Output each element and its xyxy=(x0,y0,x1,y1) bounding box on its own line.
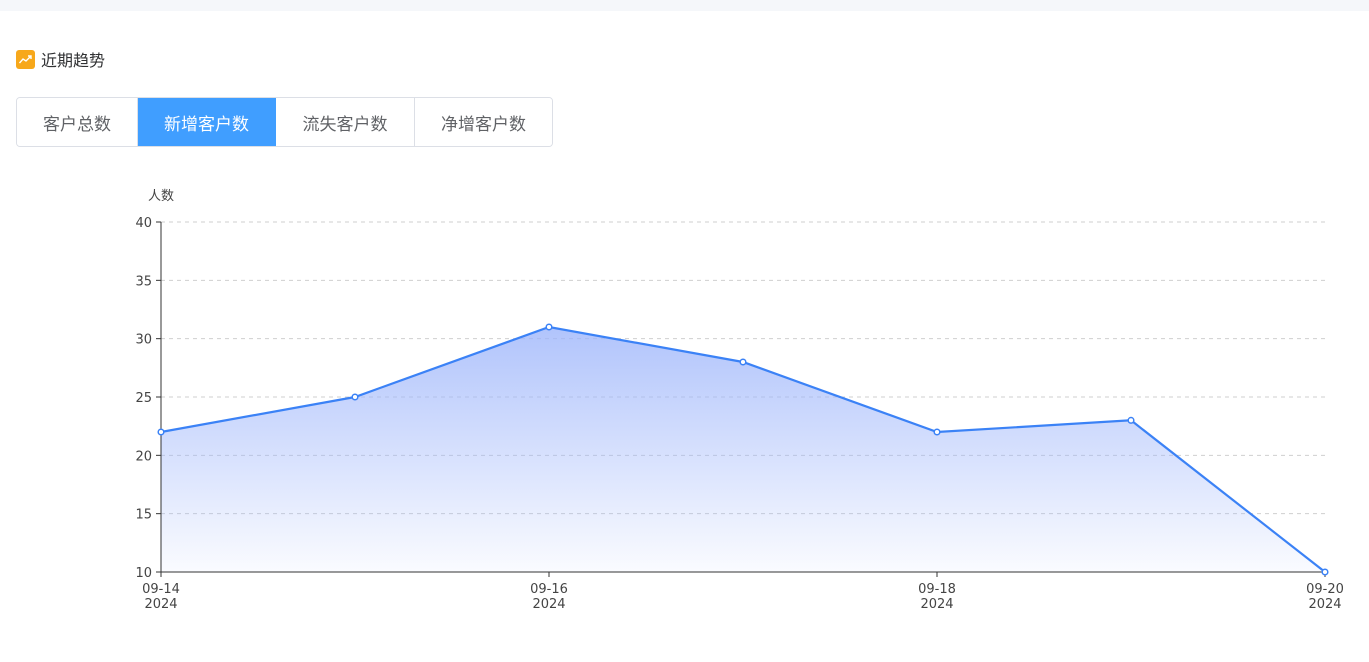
x-tick-label: 09-18 xyxy=(918,582,956,597)
data-point[interactable] xyxy=(351,393,359,401)
y-tick-label: 40 xyxy=(135,216,152,231)
x-tick-year: 2024 xyxy=(920,597,953,612)
y-tick-label: 25 xyxy=(135,391,152,406)
y-axis-ticks: 10 15 20 25 30 35 40 xyxy=(135,216,161,581)
data-point[interactable] xyxy=(157,428,165,436)
data-point[interactable] xyxy=(545,323,553,331)
x-tick-year: 2024 xyxy=(144,597,177,612)
y-tick-label: 35 xyxy=(135,274,152,289)
x-tick-label: 09-16 xyxy=(530,582,568,597)
x-axis-ticks: 09-14202409-16202409-18202409-202024 xyxy=(142,572,1344,612)
data-point[interactable] xyxy=(1321,568,1329,576)
y-tick-label: 30 xyxy=(135,333,152,348)
x-tick-year: 2024 xyxy=(1308,597,1341,612)
x-tick-year: 2024 xyxy=(532,597,565,612)
x-tick-label: 09-14 xyxy=(142,582,180,597)
y-axis-label: 人数 xyxy=(148,189,174,204)
data-point[interactable] xyxy=(739,358,747,366)
x-tick-label: 09-20 xyxy=(1306,582,1344,597)
y-tick-label: 20 xyxy=(135,449,152,464)
y-tick-label: 15 xyxy=(135,508,152,523)
data-point[interactable] xyxy=(933,428,941,436)
y-tick-label: 10 xyxy=(135,566,152,581)
trend-chart: 10152025303540 09-14202409-16202409-1820… xyxy=(135,189,1344,612)
data-point[interactable] xyxy=(1127,416,1135,424)
